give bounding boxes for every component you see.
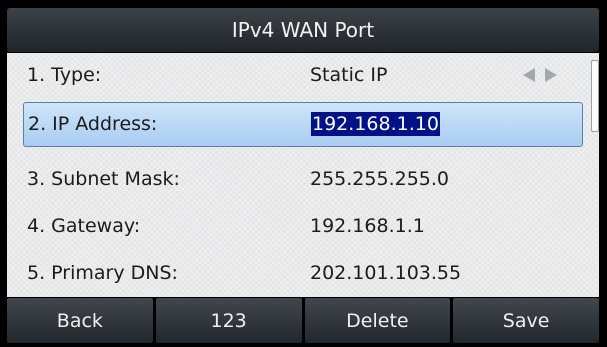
softkey-bar: Back 123 Delete Save xyxy=(7,298,599,343)
input-mode-button[interactable]: 123 xyxy=(155,298,302,343)
scrollbar[interactable] xyxy=(591,60,599,132)
subnet-mask-input[interactable]: 255.255.255.0 xyxy=(310,157,449,202)
row-label: 2. IP Address: xyxy=(28,113,158,135)
back-button[interactable]: Back xyxy=(7,298,153,343)
gateway-input[interactable]: 192.168.1.1 xyxy=(310,204,425,249)
ip-address-input[interactable]: 192.168.1.10 xyxy=(311,103,440,146)
row-label: 5. Primary DNS: xyxy=(27,262,178,284)
delete-button[interactable]: Delete xyxy=(304,298,451,343)
row-ip-address[interactable]: 2. IP Address: 192.168.1.10 xyxy=(23,102,583,147)
row-subnet-mask[interactable]: 3. Subnet Mask: 255.255.255.0 xyxy=(7,157,599,202)
type-switcher[interactable] xyxy=(523,68,557,82)
page-title: IPv4 WAN Port xyxy=(7,8,599,52)
row-gateway[interactable]: 4. Gateway: 192.168.1.1 xyxy=(7,204,599,249)
type-value: Static IP xyxy=(310,64,388,86)
row-label: 3. Subnet Mask: xyxy=(27,168,180,190)
row-label: 1. Type: xyxy=(27,64,102,86)
save-button[interactable]: Save xyxy=(453,298,599,343)
ip-address-text: 192.168.1.10 xyxy=(311,112,440,136)
arrow-right-icon[interactable] xyxy=(545,68,557,82)
row-type[interactable]: 1. Type: Static IP xyxy=(7,53,599,98)
row-primary-dns[interactable]: 5. Primary DNS: 202.101.103.55 xyxy=(7,251,599,296)
arrow-left-icon[interactable] xyxy=(523,68,535,82)
settings-list: 1. Type: Static IP 2. IP Address: 192.16… xyxy=(7,53,599,297)
phone-screen: IPv4 WAN Port 1. Type: Static IP 2. IP A… xyxy=(0,0,607,347)
primary-dns-input[interactable]: 202.101.103.55 xyxy=(310,251,461,296)
row-label: 4. Gateway: xyxy=(27,215,141,237)
